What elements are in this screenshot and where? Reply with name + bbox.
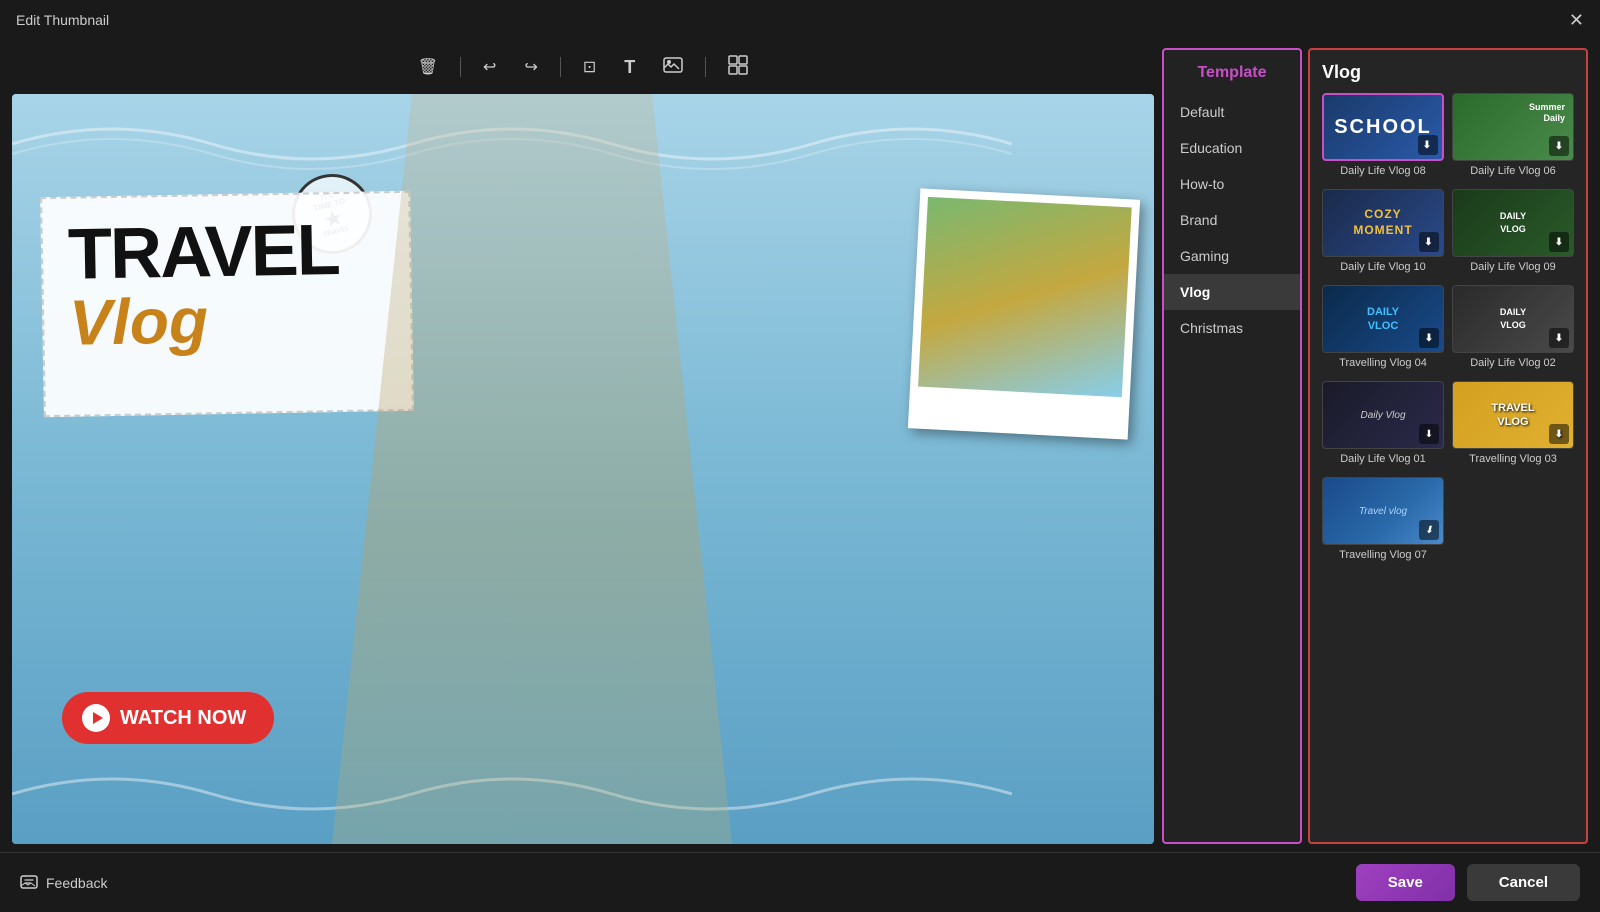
close-button[interactable]: ✕ xyxy=(1569,10,1584,31)
template-item-vlog07[interactable]: Travel vlog ⬇ Travelling Vlog 07 xyxy=(1322,477,1444,565)
separator-2 xyxy=(560,57,561,77)
text-button[interactable]: T xyxy=(618,53,641,82)
download-icon-vlog07[interactable]: ⬇ xyxy=(1419,520,1439,540)
template-thumb-vlog01: Daily Vlog ⬇ xyxy=(1322,381,1444,449)
template-thumb-vlog10: COZYMOMENT ⬇ xyxy=(1322,189,1444,257)
feedback-button[interactable]: Feedback xyxy=(20,874,107,892)
template-label-vlog10: Daily Life Vlog 10 xyxy=(1322,257,1444,277)
template-thumb-vlog02: DAILYVLOG ⬇ xyxy=(1452,285,1574,353)
template-item-vlog03[interactable]: TRAVELVLOG ⬇ Travelling Vlog 03 xyxy=(1452,381,1574,469)
sidebar-header: Template xyxy=(1164,58,1300,94)
sidebar-item-vlog[interactable]: Vlog xyxy=(1164,274,1300,310)
template-label-vlog06: Daily Life Vlog 06 xyxy=(1452,161,1574,181)
polaroid-photo xyxy=(908,188,1140,439)
download-icon-vlog06[interactable]: ⬇ xyxy=(1549,136,1569,156)
template-label-vlog09: Daily Life Vlog 09 xyxy=(1452,257,1574,277)
download-icon-vlog10[interactable]: ⬇ xyxy=(1419,232,1439,252)
template-thumb-vlog09: DAILYVLOG ⬇ xyxy=(1452,189,1574,257)
canvas-wrapper[interactable]: IT'S TIME TO TRAVEL TRAVEL Vlog WATCH NO… xyxy=(12,94,1154,844)
template-item-vlog04[interactable]: DAILYVLOC ⬇ Travelling Vlog 04 xyxy=(1322,285,1444,373)
save-button[interactable]: Save xyxy=(1356,864,1455,901)
main-content: 🗑 ↩ ↪ ⊡ T xyxy=(0,40,1600,852)
window-title: Edit Thumbnail xyxy=(16,12,109,28)
layout-button[interactable] xyxy=(722,51,754,84)
template-thumb-vlog07: Travel vlog ⬇ xyxy=(1322,477,1444,545)
sidebar-item-education[interactable]: Education xyxy=(1164,130,1300,166)
bottom-bar: Feedback Save Cancel xyxy=(0,852,1600,912)
template-item-vlog06[interactable]: SummerDaily ⬇ Daily Life Vlog 06 xyxy=(1452,93,1574,181)
separator-3 xyxy=(705,57,706,77)
sidebar-item-gaming[interactable]: Gaming xyxy=(1164,238,1300,274)
canvas-area: 🗑 ↩ ↪ ⊡ T xyxy=(12,48,1154,844)
template-item-vlog10[interactable]: COZYMOMENT ⬇ Daily Life Vlog 10 xyxy=(1322,189,1444,277)
template-label-vlog04: Travelling Vlog 04 xyxy=(1322,353,1444,373)
sidebar-item-default[interactable]: Default xyxy=(1164,94,1300,130)
download-icon-vlog02[interactable]: ⬇ xyxy=(1549,328,1569,348)
redo-button[interactable]: ↪ xyxy=(518,53,543,81)
image-button[interactable] xyxy=(657,53,689,82)
canvas-image: IT'S TIME TO TRAVEL TRAVEL Vlog WATCH NO… xyxy=(12,94,1154,844)
title-bar: Edit Thumbnail ✕ xyxy=(0,0,1600,40)
template-label-vlog03: Travelling Vlog 03 xyxy=(1452,449,1574,469)
download-icon-vlog03[interactable]: ⬇ xyxy=(1549,424,1569,444)
sidebar-item-howto[interactable]: How-to xyxy=(1164,166,1300,202)
feedback-icon xyxy=(20,874,38,892)
feedback-label: Feedback xyxy=(46,875,107,891)
delete-button[interactable]: 🗑 xyxy=(412,53,444,81)
play-icon xyxy=(82,704,110,732)
sidebar-item-christmas[interactable]: Christmas xyxy=(1164,310,1300,346)
cancel-button[interactable]: Cancel xyxy=(1467,864,1580,901)
download-icon-vlog01[interactable]: ⬇ xyxy=(1419,424,1439,444)
download-icon-vlog08[interactable]: ⬇ xyxy=(1418,135,1438,155)
template-thumb-vlog06: SummerDaily ⬇ xyxy=(1452,93,1574,161)
template-item-vlog09[interactable]: DAILYVLOG ⬇ Daily Life Vlog 09 xyxy=(1452,189,1574,277)
template-item-vlog01[interactable]: Daily Vlog ⬇ Daily Life Vlog 01 xyxy=(1322,381,1444,469)
bottom-actions: Save Cancel xyxy=(1356,864,1580,901)
template-panel: Vlog SCHOOL ⬇ Daily Life Vlog 08 SummerD… xyxy=(1308,48,1588,844)
template-thumb-vlog03: TRAVELVLOG ⬇ xyxy=(1452,381,1574,449)
watch-now-button: WATCH NOW xyxy=(62,692,274,744)
template-thumb-vlog08: SCHOOL ⬇ xyxy=(1322,93,1444,161)
template-item-vlog08[interactable]: SCHOOL ⬇ Daily Life Vlog 08 xyxy=(1322,93,1444,181)
toolbar: 🗑 ↩ ↪ ⊡ T xyxy=(12,48,1154,86)
template-thumb-vlog04: DAILYVLOC ⬇ xyxy=(1322,285,1444,353)
download-icon-vlog09[interactable]: ⬇ xyxy=(1549,232,1569,252)
template-label-vlog07: Travelling Vlog 07 xyxy=(1322,545,1444,565)
template-item-vlog02[interactable]: DAILYVLOG ⬇ Daily Life Vlog 02 xyxy=(1452,285,1574,373)
polaroid-inner xyxy=(918,197,1132,397)
sidebar-item-brand[interactable]: Brand xyxy=(1164,202,1300,238)
template-label-vlog02: Daily Life Vlog 02 xyxy=(1452,353,1574,373)
sidebar: Template Default Education How-to Brand … xyxy=(1162,48,1302,844)
template-label-vlog08: Daily Life Vlog 08 xyxy=(1322,161,1444,181)
panel-section-title: Vlog xyxy=(1322,62,1574,83)
template-label-vlog01: Daily Life Vlog 01 xyxy=(1322,449,1444,469)
separator-1 xyxy=(460,57,461,77)
undo-button[interactable]: ↩ xyxy=(477,53,502,81)
person-area xyxy=(332,94,732,844)
crop-button[interactable]: ⊡ xyxy=(577,53,602,81)
template-grid: SCHOOL ⬇ Daily Life Vlog 08 SummerDaily … xyxy=(1322,93,1574,565)
download-icon-vlog04[interactable]: ⬇ xyxy=(1419,328,1439,348)
watch-now-text: WATCH NOW xyxy=(120,707,246,730)
